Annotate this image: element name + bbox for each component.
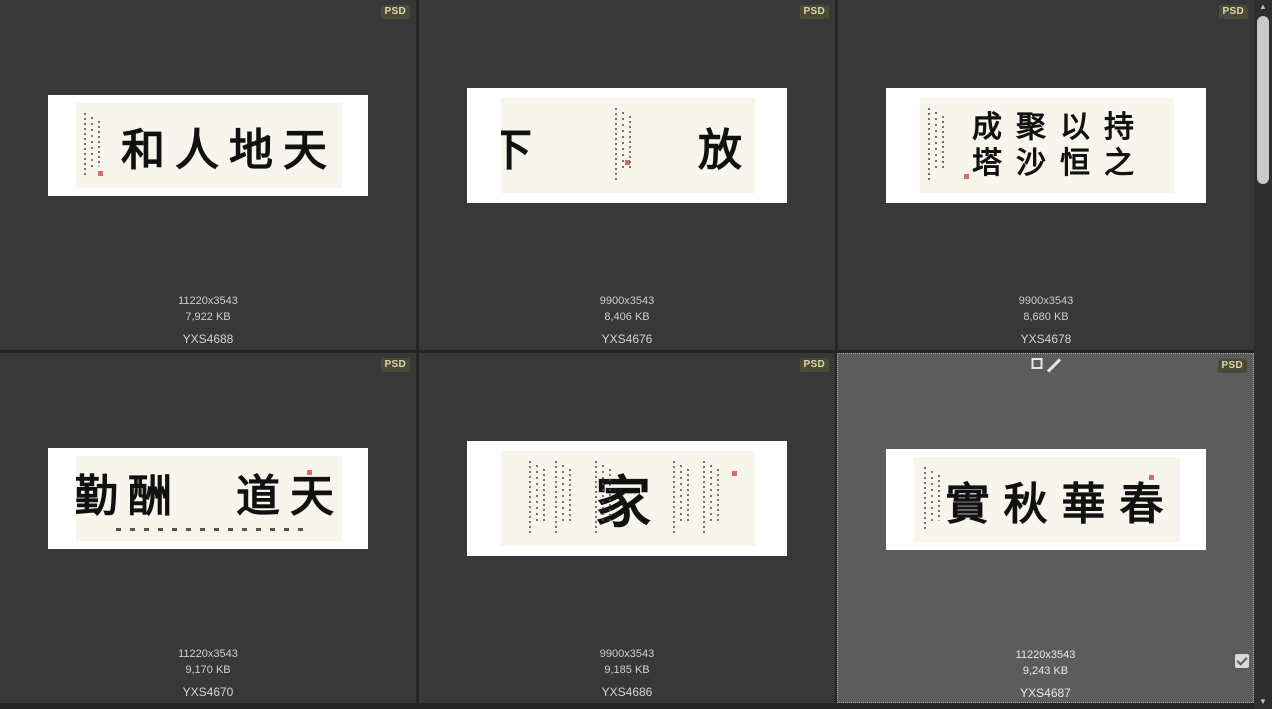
- file-type-badge: PSD: [799, 5, 829, 19]
- image-dimensions: 11220x3543: [178, 648, 238, 660]
- inscription-marks: [82, 113, 104, 178]
- file-name: YXS4678: [1020, 332, 1072, 346]
- file-size: 7,922 KB: [185, 311, 231, 323]
- inscription-marks: [671, 461, 695, 536]
- thumbnail-cell[interactable]: PSD 家 9900x3543 9,185 KB YXS4686: [419, 353, 835, 703]
- arrow-down-icon[interactable]: ▼: [1254, 695, 1272, 709]
- file-size: 9,185 KB: [604, 664, 650, 676]
- file-size: 9,243 KB: [1022, 665, 1069, 677]
- file-type-badge: PSD: [380, 5, 410, 19]
- seal-mark: [307, 470, 312, 475]
- thumbnail-image[interactable]: 成聚以持 塔沙恒之: [886, 88, 1206, 203]
- thumbnail-cell[interactable]: PSD 成聚以持 塔沙恒之 9900x3543 8,680 KB YXS4678: [838, 0, 1254, 350]
- image-dimensions: 9900x3543: [599, 295, 655, 307]
- calligraphy-text: 勤酬 道天: [76, 470, 342, 522]
- vertical-scrollbar[interactable]: ▲ ▼: [1254, 0, 1272, 709]
- arrow-up-icon[interactable]: ▲: [1254, 0, 1272, 14]
- file-type-badge: PSD: [799, 358, 829, 372]
- thumbnail-grid: PSD 和人地天 11220x3543 7,922 KB YXS4688 PSD…: [0, 0, 1254, 709]
- inscription-marks: [921, 467, 948, 532]
- file-size: 8,406 KB: [604, 311, 650, 323]
- calligraphy-paper: 成聚以持 塔沙恒之: [920, 98, 1174, 193]
- inscription-marks: [701, 461, 725, 536]
- thumbnail-cell[interactable]: PSD 下 放 9900x3543 8,406 KB YXS4676: [419, 0, 835, 350]
- file-size: 9,170 KB: [185, 664, 231, 676]
- calligraphy-text: 和人地天: [121, 124, 337, 176]
- calligraphy-paper: 家: [501, 451, 755, 546]
- file-size: 8,680 KB: [1023, 311, 1069, 323]
- image-dimensions: 11220x3543: [178, 295, 238, 307]
- calligraphy-paper: 和人地天: [76, 103, 342, 188]
- scrollbar-thumb[interactable]: [1257, 16, 1269, 184]
- file-name: YXS4686: [601, 685, 653, 699]
- thumbnail-cell-selected[interactable]: PSD 實秋華春 11220x3543 9,243 KB YXS4687: [837, 353, 1254, 703]
- image-dimensions: 11220x3543: [1015, 649, 1076, 661]
- pen-icon[interactable]: [1046, 358, 1060, 372]
- calligraphy-paper: 勤酬 道天: [76, 456, 342, 541]
- inscription-marks: [593, 461, 617, 536]
- file-type-badge: PSD: [1218, 5, 1248, 19]
- seal-mark: [625, 160, 630, 165]
- inscription-marks: [926, 108, 948, 183]
- thumbnail-image[interactable]: 實秋華春: [885, 449, 1206, 550]
- square-outline-icon[interactable]: [1031, 358, 1042, 369]
- file-type-badge: PSD: [380, 358, 410, 372]
- inscription-marks: [116, 528, 312, 531]
- seal-mark: [98, 171, 103, 176]
- inscription-marks: [527, 461, 551, 536]
- file-name: YXS4670: [182, 685, 234, 699]
- image-dimensions: 9900x3543: [1018, 295, 1074, 307]
- calligraphy-paper: 實秋華春: [913, 457, 1180, 542]
- inscription-marks: [613, 108, 643, 183]
- seal-mark: [1148, 475, 1154, 480]
- calligraphy-line-2: 塔沙恒之: [972, 145, 1148, 181]
- file-name: YXS4676: [601, 332, 653, 346]
- seal-mark: [964, 174, 969, 179]
- calligraphy-lines: 成聚以持 塔沙恒之: [972, 110, 1148, 182]
- calligraphy-paper: 下 放: [501, 98, 755, 193]
- thumbnail-cell[interactable]: PSD 勤酬 道天 11220x3543 9,170 KB YXS4670: [0, 353, 416, 703]
- thumbnail-toolbar: [1031, 358, 1060, 372]
- thumbnail-image[interactable]: 和人地天: [48, 95, 368, 196]
- thumbnail-image[interactable]: 家: [467, 441, 787, 556]
- thumbnail-cell[interactable]: PSD 和人地天 11220x3543 7,922 KB YXS4688: [0, 0, 416, 350]
- image-dimensions: 9900x3543: [599, 648, 655, 660]
- file-name: YXS4687: [1020, 686, 1071, 700]
- file-name: YXS4688: [182, 332, 234, 346]
- calligraphy-line-1: 成聚以持: [972, 109, 1148, 145]
- inscription-marks: [553, 461, 577, 536]
- thumbnail-image[interactable]: 下 放: [467, 88, 787, 203]
- thumbnail-image[interactable]: 勤酬 道天: [48, 448, 368, 549]
- calligraphy-text: 實秋華春: [945, 478, 1178, 530]
- file-type-badge: PSD: [1217, 359, 1247, 373]
- seal-mark: [732, 471, 737, 476]
